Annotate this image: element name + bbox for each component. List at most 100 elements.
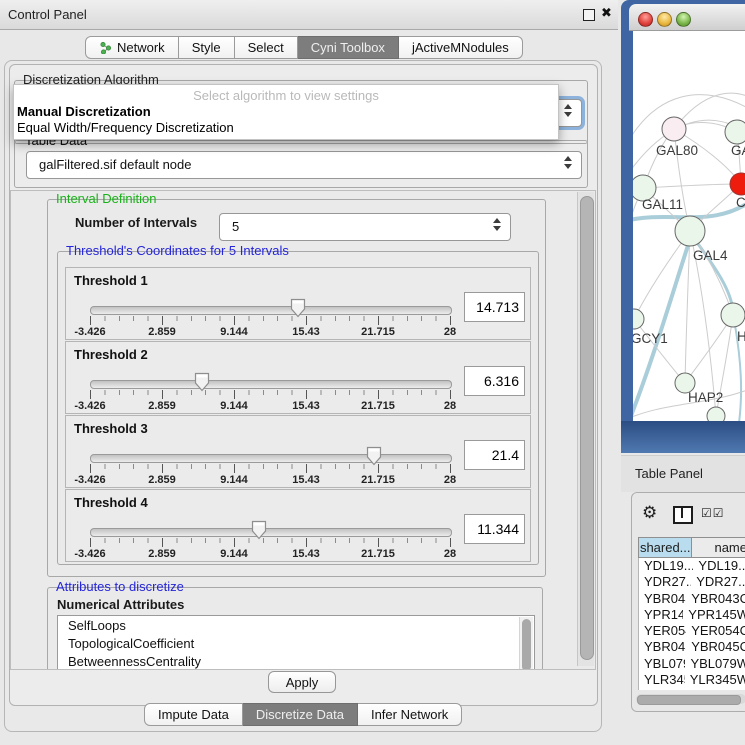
float-window-icon[interactable] <box>583 9 595 21</box>
network-node-h[interactable] <box>721 303 745 327</box>
algorithm-option[interactable]: Manual Discretization <box>16 104 557 119</box>
attribute-item[interactable]: BetweennessCentrality <box>58 652 534 670</box>
table-row[interactable]: YIL052CYIL052C <box>639 688 745 690</box>
column-header-name[interactable]: name <box>692 538 745 557</box>
tick-label: 28 <box>444 400 456 412</box>
threshold-value-field[interactable] <box>464 514 525 544</box>
slider-track[interactable] <box>90 380 452 389</box>
slider-thumb[interactable] <box>290 298 306 318</box>
table-row[interactable]: YPR145WYPR145W <box>639 607 745 623</box>
cell-name: YER054C <box>686 623 745 639</box>
cell-shared-name: YLR345W <box>639 672 685 688</box>
network-node[interactable] <box>707 407 725 421</box>
numerical-attributes-list[interactable]: SelfLoopsTopologicalCoefficientBetweenne… <box>57 615 535 670</box>
tab-network[interactable]: Network <box>85 36 179 59</box>
network-window-titlebar[interactable] <box>629 4 745 31</box>
network-node-ga[interactable] <box>725 120 745 144</box>
table-rows[interactable]: YDL19...YDL19...YDR27...YDR27...YBR043CY… <box>638 558 745 690</box>
cell-name: YPR145W <box>683 607 745 623</box>
algorithm-option[interactable]: Equal Width/Frequency Discretization <box>16 120 557 135</box>
top-tab-bar: Network Style Select Cyni Toolbox jActiveMNo… <box>85 36 523 59</box>
cell-name: YLR345W <box>685 672 745 688</box>
tab-infer-network[interactable]: Infer Network <box>358 703 462 726</box>
settings-scroll-viewport: Interval Definition Number of Intervals … <box>10 190 596 670</box>
close-icon[interactable]: ✖ <box>601 5 612 21</box>
attributes-scrollbar-thumb[interactable] <box>522 619 531 670</box>
zoom-traffic-light[interactable] <box>676 12 691 27</box>
tick-label: 2.859 <box>148 548 176 560</box>
checkbox-icons[interactable]: ☑☑ <box>701 506 725 520</box>
combo-stepper-icon[interactable] <box>564 156 572 169</box>
tick-label: 28 <box>444 548 456 560</box>
network-node-label: C <box>736 195 745 210</box>
close-traffic-light[interactable] <box>638 12 653 27</box>
spinner-stepper-icon[interactable] <box>493 218 501 231</box>
tick-label: 2.859 <box>148 326 176 338</box>
slider-major-ticks <box>90 390 451 399</box>
table-row[interactable]: YBL079WYBL079W <box>639 656 745 672</box>
thresholds-title: Threshold's Coordinates for 5 Intervals <box>63 243 292 258</box>
slider-thumb[interactable] <box>366 446 382 466</box>
tab-discretize-data[interactable]: Discretize Data <box>243 703 358 726</box>
tab-impute-data[interactable]: Impute Data <box>144 703 243 726</box>
threshold-value-field[interactable] <box>464 366 525 396</box>
network-edge[interactable] <box>643 184 741 188</box>
minimize-traffic-light[interactable] <box>657 12 672 27</box>
panel-title: Control Panel <box>8 7 87 22</box>
network-node-label: HAP2 <box>688 390 723 405</box>
slider-track[interactable] <box>90 454 452 463</box>
network-node-gal4[interactable] <box>675 216 705 246</box>
network-edge[interactable] <box>634 231 690 319</box>
tab-label: Style <box>192 40 221 55</box>
column-header-shared-name[interactable]: shared... <box>639 538 692 557</box>
attribute-item[interactable]: TopologicalCoefficient <box>58 634 534 652</box>
tick-label: 28 <box>444 326 456 338</box>
tab-cyni-toolbox[interactable]: Cyni Toolbox <box>298 36 399 59</box>
columns-icon[interactable] <box>673 506 693 524</box>
settings-scrollbar-thumb[interactable] <box>580 196 594 660</box>
slider-track[interactable] <box>90 528 452 537</box>
threshold-label: Threshold 1 <box>74 273 148 288</box>
tab-label: Cyni Toolbox <box>311 40 385 55</box>
tab-jactivemnodules[interactable]: jActiveMNodules <box>399 36 523 59</box>
gear-icon[interactable]: ⚙ <box>642 504 657 521</box>
tick-label: 15.43 <box>292 548 320 560</box>
apply-button[interactable]: Apply <box>268 671 336 693</box>
number-of-intervals-spinner[interactable]: 5 <box>219 213 511 241</box>
threshold-block: Threshold 4-3.4262.8599.14415.4321.71528 <box>65 489 531 562</box>
network-canvas[interactable]: GAL80GACGAL11GAL4GCY1HHAP2 <box>633 31 745 421</box>
cell-shared-name: YDL19... <box>639 558 693 574</box>
table-row[interactable]: YBR045CYBR045C <box>639 639 745 655</box>
combo-stepper-icon[interactable] <box>564 104 572 117</box>
tab-style[interactable]: Style <box>179 36 235 59</box>
network-node-gcy1[interactable] <box>633 309 644 329</box>
tab-select[interactable]: Select <box>235 36 298 59</box>
table-data-combobox[interactable]: galFiltered.sif default node <box>26 151 582 179</box>
table-row[interactable]: YDL19...YDL19... <box>639 558 745 574</box>
tick-label: -3.426 <box>74 548 105 560</box>
tick-label: -3.426 <box>74 326 105 338</box>
table-row[interactable]: YLR345WYLR345W <box>639 672 745 688</box>
popup-hint: Select algorithm to view settings <box>14 88 558 103</box>
threshold-block: Threshold 3-3.4262.8599.14415.4321.71528 <box>65 415 531 488</box>
app-root: Control Panel ✖ Network Style Select Cyni T… <box>0 0 745 745</box>
table-row[interactable]: YDR27...YDR27... <box>639 574 745 590</box>
slider-major-ticks <box>90 316 451 325</box>
table-row[interactable]: YER054CYER054C <box>639 623 745 639</box>
slider-thumb[interactable] <box>251 520 267 540</box>
settings-scrollbar[interactable] <box>577 192 594 666</box>
tick-label: 21.715 <box>361 400 395 412</box>
threshold-value-field[interactable] <box>464 440 525 470</box>
cell-shared-name: YPR145W <box>639 607 683 623</box>
network-node-gal80[interactable] <box>662 117 686 141</box>
table-row[interactable]: YBR043CYBR043C <box>639 591 745 607</box>
slider-thumb[interactable] <box>194 372 210 392</box>
cell-shared-name: YDR27... <box>639 574 691 590</box>
table-horizontal-scrollbar[interactable] <box>636 694 745 704</box>
table-horizontal-scrollbar-thumb[interactable] <box>637 695 741 705</box>
slider-track[interactable] <box>90 306 452 315</box>
threshold-value-field[interactable] <box>464 292 525 322</box>
attributes-scrollbar[interactable] <box>519 617 533 670</box>
tick-label: -3.426 <box>74 400 105 412</box>
attribute-item[interactable]: SelfLoops <box>58 616 534 634</box>
